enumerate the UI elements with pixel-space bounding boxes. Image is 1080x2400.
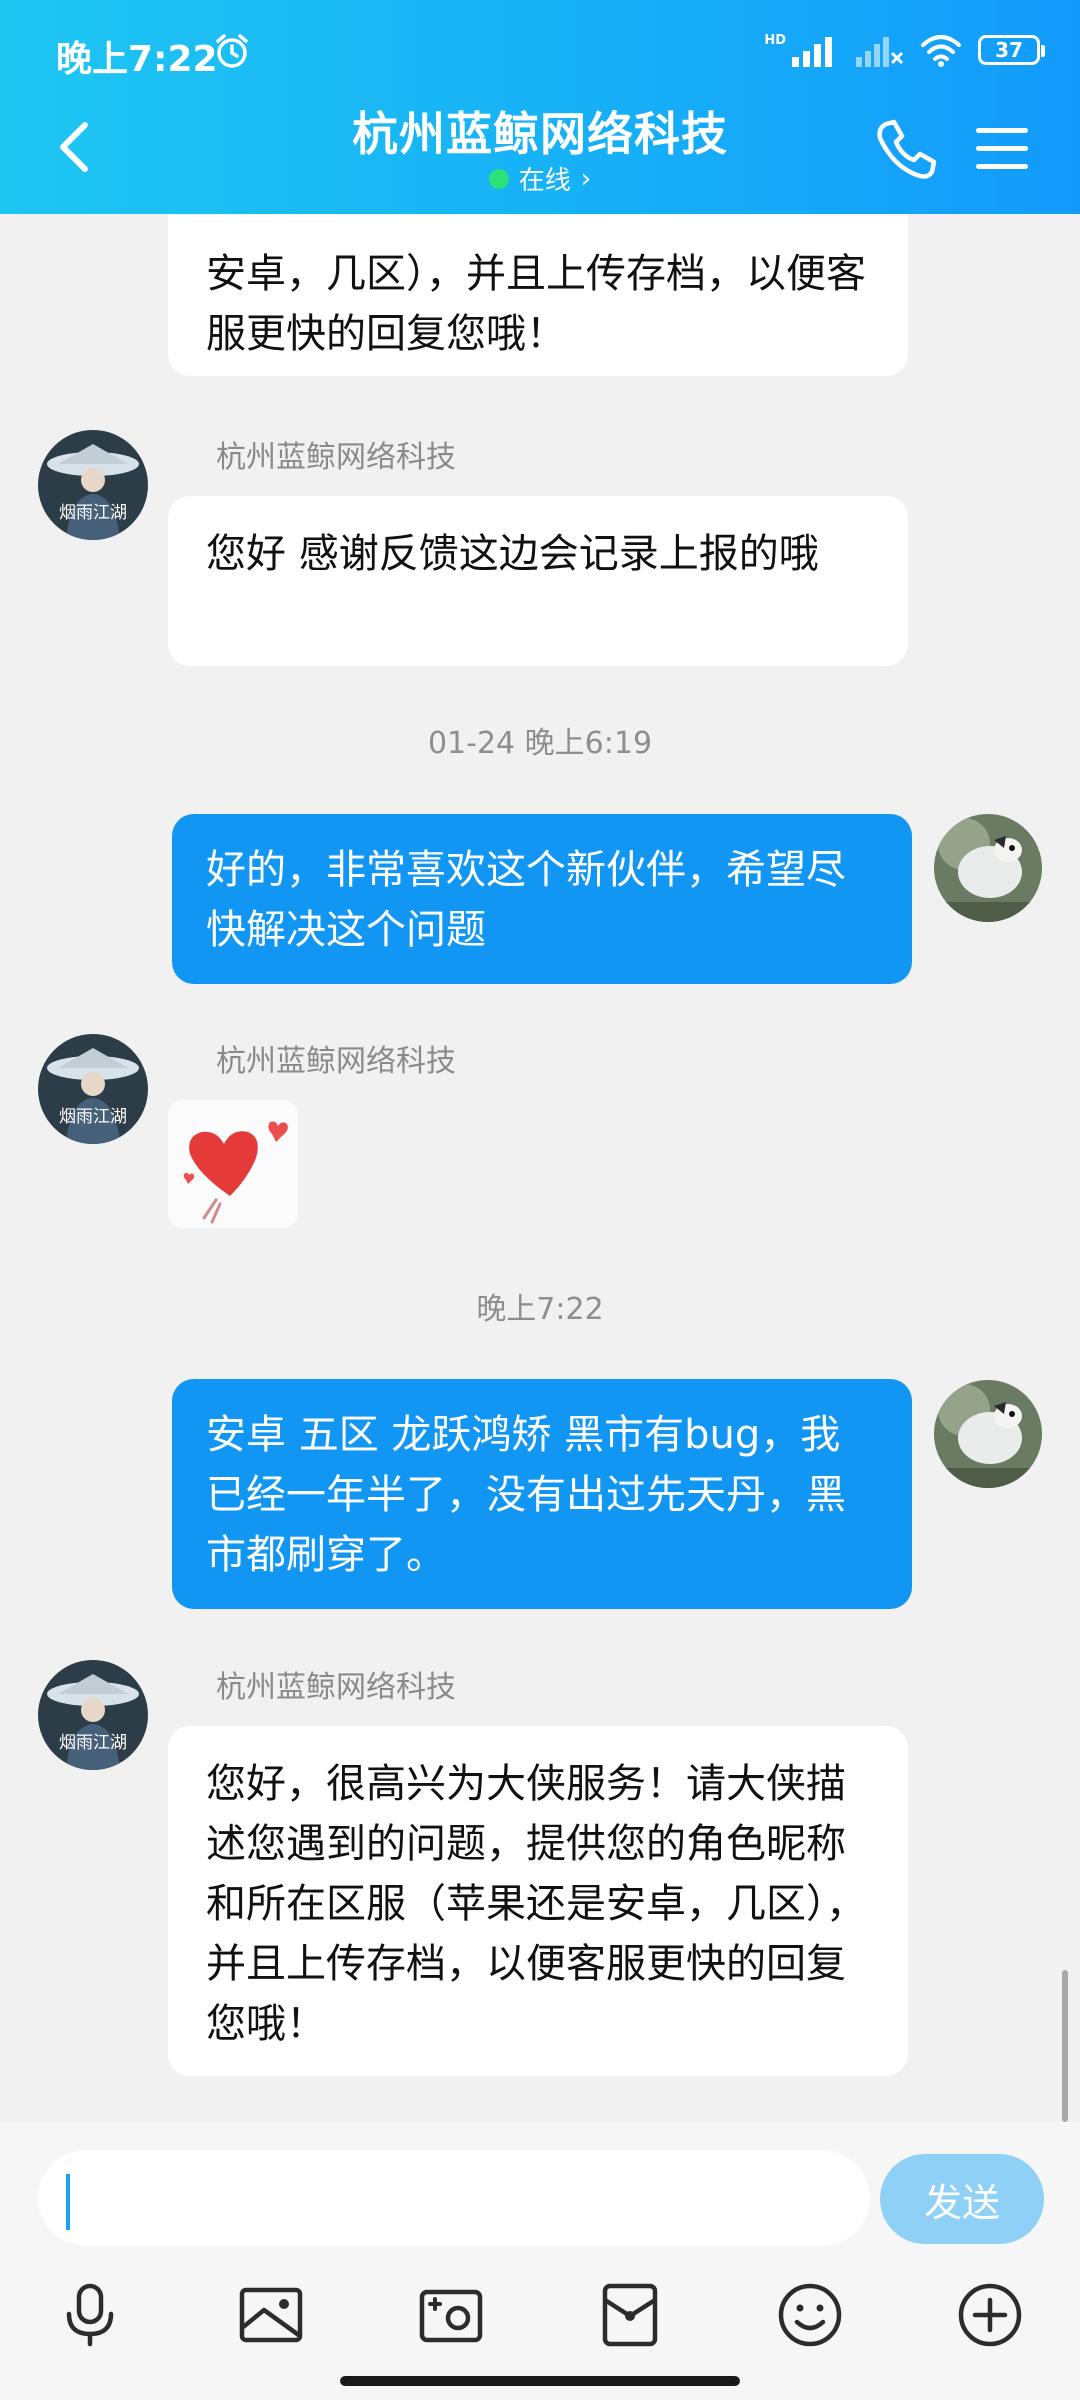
heart-sticker[interactable] — [168, 1100, 298, 1228]
online-label: 在线 — [518, 166, 571, 196]
text-caret — [66, 2174, 70, 2230]
chevron-right-icon: › — [580, 163, 592, 194]
input-area: 发送 — [0, 2122, 1080, 2400]
svg-text:烟雨江湖: 烟雨江湖 — [59, 1733, 127, 1753]
camera-button[interactable] — [406, 2270, 496, 2360]
svg-text:烟雨江湖: 烟雨江湖 — [59, 1107, 127, 1127]
emoji-icon — [778, 2283, 842, 2347]
avatar-merchant[interactable]: 烟雨江湖 — [38, 430, 148, 540]
message-text: 您好，很高兴为大侠服务！请大侠描述您遇到的问题，提供您的角色昵称和所在区服（苹果… — [206, 1761, 866, 2047]
phone-call-button[interactable] — [872, 116, 938, 182]
red-packet-button[interactable] — [585, 2270, 675, 2360]
more-button[interactable] — [945, 2270, 1035, 2360]
message-list[interactable]: 安卓，几区），并且上传存档，以便客服更快的回复您哦！ 烟雨江湖 杭州蓝鲸网络科技… — [0, 214, 1080, 2122]
wifi-icon — [921, 35, 961, 67]
menu-button[interactable] — [972, 118, 1032, 178]
hd-label: HD — [764, 32, 786, 48]
message-input[interactable] — [38, 2150, 870, 2246]
microphone-icon — [66, 2283, 114, 2347]
svg-text:烟雨江湖: 烟雨江湖 — [59, 503, 127, 523]
message-text: 安卓 五区 龙跃鸿矫 黑市有bug，我已经一年半了，没有出过先天丹，黑市都刷穿了… — [206, 1412, 846, 1578]
signal-icon — [792, 37, 832, 67]
alarm-icon — [216, 34, 248, 68]
image-icon — [239, 2287, 303, 2343]
status-icons: HD 37 — [764, 30, 1045, 70]
voice-button[interactable] — [45, 2270, 135, 2360]
message-bubble-partial[interactable]: 安卓，几区），并且上传存档，以便客服更快的回复您哦！ — [168, 214, 908, 376]
home-indicator[interactable] — [340, 2376, 740, 2386]
battery-icon: 37 — [978, 35, 1045, 65]
input-toolbar — [0, 2270, 1080, 2370]
camera-icon — [419, 2289, 483, 2343]
avatar-self[interactable] — [934, 1380, 1042, 1488]
scrollbar[interactable] — [1062, 1970, 1068, 2122]
image-button[interactable] — [226, 2270, 316, 2360]
message-text: 好的，非常喜欢这个新伙伴，希望尽快解决这个问题 — [206, 847, 846, 953]
avatar-merchant[interactable]: 烟雨江湖 — [38, 1660, 148, 1770]
plus-icon — [958, 2283, 1022, 2347]
message-timestamp: 01-24 晚上6:19 — [427, 726, 653, 761]
status-time: 晚上7:22 — [56, 39, 218, 80]
message-bubble-incoming[interactable]: 您好 感谢反馈这边会记录上报的哦 — [168, 496, 908, 666]
signal-weak-icon — [856, 37, 904, 67]
sender-name: 杭州蓝鲸网络科技 — [216, 440, 456, 475]
sender-name: 杭州蓝鲸网络科技 — [216, 1670, 456, 1705]
sender-name: 杭州蓝鲸网络科技 — [216, 1044, 456, 1079]
emoji-button[interactable] — [765, 2270, 855, 2360]
message-text: 安卓，几区），并且上传存档，以便客服更快的回复您哦！ — [206, 251, 866, 357]
online-dot-icon — [488, 168, 509, 189]
message-text: 您好 感谢反馈这边会记录上报的哦 — [206, 531, 819, 577]
message-bubble-incoming[interactable]: 您好，很高兴为大侠服务！请大侠描述您遇到的问题，提供您的角色昵称和所在区服（苹果… — [168, 1726, 908, 2076]
message-bubble-outgoing[interactable]: 好的，非常喜欢这个新伙伴，希望尽快解决这个问题 — [172, 814, 912, 984]
chat-header: 晚上7:22 HD 37 杭州蓝鲸网络科技 在线 › — [0, 0, 1080, 214]
red-packet-icon — [602, 2283, 658, 2347]
avatar-self[interactable] — [934, 814, 1042, 922]
avatar-merchant[interactable]: 烟雨江湖 — [38, 1034, 148, 1144]
message-bubble-outgoing[interactable]: 安卓 五区 龙跃鸿矫 黑市有bug，我已经一年半了，没有出过先天丹，黑市都刷穿了… — [172, 1379, 912, 1609]
message-timestamp: 晚上7:22 — [476, 1292, 604, 1327]
send-button[interactable]: 发送 — [880, 2154, 1044, 2244]
